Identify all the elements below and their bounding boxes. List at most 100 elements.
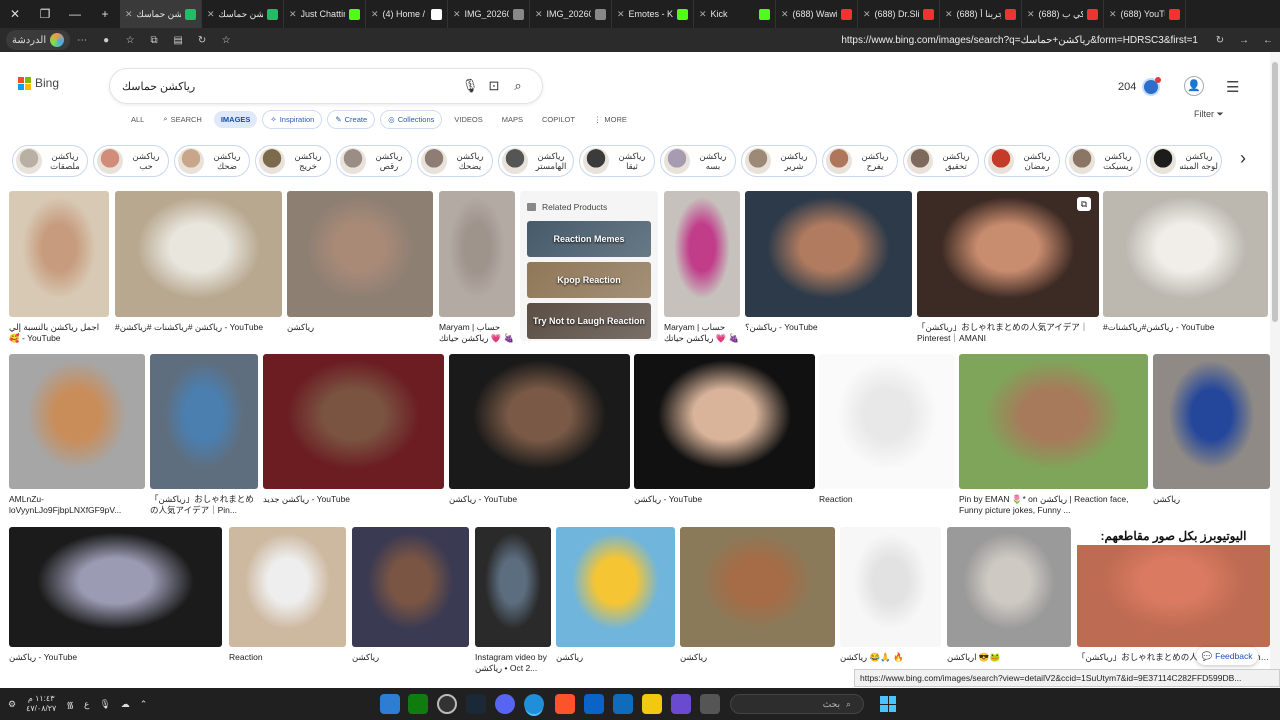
mail-app-icon[interactable] xyxy=(584,694,604,714)
image-thumbnail[interactable] xyxy=(352,527,469,647)
microphone-icon[interactable]: 🎙 xyxy=(99,699,110,710)
steam-app-icon[interactable] xyxy=(466,694,486,714)
image-caption[interactable]: Instagram video by رياكشن • Oct 2... xyxy=(475,652,551,674)
close-tab-icon[interactable]: ✕ xyxy=(371,9,379,20)
related-search-chip[interactable]: رياكشن شرير xyxy=(741,145,817,177)
file-explorer-icon[interactable] xyxy=(642,694,662,714)
related-product-card[interactable]: Try Not to Laugh Reaction xyxy=(527,303,651,339)
hamburger-menu-icon[interactable]: ☰ xyxy=(1226,78,1239,96)
image-thumbnail[interactable] xyxy=(9,527,222,647)
image-caption[interactable]: رياكشن - YouTube xyxy=(634,494,815,505)
image-result[interactable]: Instagram video by رياكشن • Oct 2... xyxy=(475,527,551,681)
tab-maps[interactable]: MAPS xyxy=(495,111,530,128)
minimize-button[interactable]: — xyxy=(60,0,90,28)
image-thumbnail[interactable] xyxy=(115,191,282,317)
image-caption[interactable]: رياكشن xyxy=(352,652,469,663)
related-search-chip[interactable]: رياكشن يفرح xyxy=(822,145,898,177)
image-thumbnail[interactable] xyxy=(150,354,258,489)
image-result[interactable]: #رياكشن #رياكشنات #رياكشن - YouTube xyxy=(115,191,282,351)
image-result[interactable]: Maryam | حساب رياكشن حياتك 💗 🍇 xyxy=(439,191,515,351)
collections-icon[interactable]: ⧉ xyxy=(142,28,166,52)
chevron-up-icon[interactable]: ⌃ xyxy=(140,699,148,710)
image-caption[interactable]: اجمل رياكشن بالنسبة إلي 🥰 - YouTube xyxy=(9,322,109,344)
image-result[interactable]: #رياكشن#رياكشنات - YouTube xyxy=(1103,191,1268,351)
tab-inspiration[interactable]: ✧ Inspiration xyxy=(262,109,323,129)
discord-app-icon[interactable] xyxy=(495,694,515,714)
image-caption[interactable]: Reaction xyxy=(819,494,955,505)
image-thumbnail[interactable] xyxy=(287,191,433,317)
image-result[interactable]: Pin by EMAN 🌷* on رياكشن | Reaction face… xyxy=(959,354,1148,523)
browser-tab[interactable]: ✕(688) YouTube xyxy=(1104,0,1186,28)
related-search-chip[interactable]: رياكشن ضحك xyxy=(174,145,250,177)
related-search-chip[interactable]: رياكشن تحقيق xyxy=(903,145,979,177)
image-caption[interactable]: رياكشن xyxy=(287,322,433,333)
image-caption[interactable]: AMLnZu-loVyynLJo9FjbpLNXfGF9pV... xyxy=(9,494,145,516)
search-box[interactable]: رياكشن حماسك 🎙 ⊡ ⌕ xyxy=(110,69,542,103)
image-result[interactable]: رياكشن xyxy=(352,527,469,681)
related-search-chip[interactable]: رياكشن خريج xyxy=(255,145,331,177)
reload-page-icon[interactable]: ↻ xyxy=(1208,28,1232,52)
new-tab-button[interactable]: + xyxy=(90,0,120,28)
forward-icon[interactable]: → xyxy=(1232,28,1256,52)
related-search-chip[interactable]: رياكشن بسه xyxy=(660,145,736,177)
browser-tab[interactable]: ✕(688) Dr.Slim xyxy=(858,0,940,28)
image-thumbnail[interactable] xyxy=(556,527,675,647)
browser-tab[interactable]: ✕(4) Home / X xyxy=(366,0,448,28)
close-tab-icon[interactable]: ✕ xyxy=(863,9,871,20)
browser-tab[interactable]: ✕Just Chatting xyxy=(284,0,366,28)
favorites-star-icon[interactable]: ☆ xyxy=(118,28,142,52)
search-input[interactable]: رياكشن حماسك xyxy=(122,80,458,93)
store-app-icon[interactable] xyxy=(613,694,633,714)
image-result[interactable]: اجمل رياكشن بالنسبة إلي 🥰 - YouTube xyxy=(9,191,109,351)
image-caption[interactable]: Reaction xyxy=(229,652,346,663)
image-thumbnail[interactable] xyxy=(840,527,941,647)
wifi-icon[interactable]: ᯾ xyxy=(66,698,74,711)
close-tab-icon[interactable]: ✕ xyxy=(453,9,461,20)
browser-tab[interactable]: ✕(688) Wawi - xyxy=(776,0,858,28)
image-thumbnail[interactable] xyxy=(9,354,145,489)
image-result[interactable]: رياكشن xyxy=(1153,354,1270,523)
paint-app-icon[interactable] xyxy=(380,694,400,714)
user-account-icon[interactable]: 👤 xyxy=(1184,76,1204,96)
related-search-chip[interactable]: رياكشن حب xyxy=(93,145,169,177)
image-caption[interactable]: رياكشن - YouTube xyxy=(449,494,630,505)
page-scrollbar[interactable] xyxy=(1270,52,1280,688)
obs-app-icon[interactable] xyxy=(437,694,457,714)
image-result[interactable]: رياكشن xyxy=(680,527,835,681)
browser-tab[interactable]: ✕IMG_202602... xyxy=(448,0,530,28)
browser-tab[interactable]: ✕(688) تشكي ب xyxy=(1022,0,1104,28)
image-result[interactable]: رياكشن 😂🙏 🔥 xyxy=(840,527,941,681)
search-icon[interactable]: ⌕ xyxy=(506,78,530,94)
feedback-button[interactable]: 💬 Feedback xyxy=(1196,647,1258,665)
close-tab-icon[interactable]: ✕ xyxy=(207,9,215,20)
browser-tab[interactable]: ✕IMG_202602... xyxy=(530,0,612,28)
browser-tab[interactable]: ✕Emotes - Kick xyxy=(612,0,694,28)
image-caption[interactable]: #رياكشن #رياكشنات #رياكشن - YouTube xyxy=(115,322,282,333)
image-thumbnail[interactable] xyxy=(917,191,1099,317)
back-icon[interactable]: ← xyxy=(1256,28,1280,52)
image-result[interactable]: Reaction xyxy=(819,354,955,523)
image-result[interactable]: Maryam | حساب رياكشن حياتك 💗 🍇 xyxy=(664,191,740,351)
tab-copilot[interactable]: COPILOT xyxy=(535,111,582,128)
browser-tab[interactable]: ✕ Kick xyxy=(694,0,776,28)
close-tab-icon[interactable]: ✕ xyxy=(1027,9,1035,20)
close-tab-icon[interactable]: ✕ xyxy=(781,9,789,20)
url-field[interactable]: https://www.bing.com/images/search?q=ريا… xyxy=(238,35,1208,46)
image-result[interactable]: ارياكشن 😎🐸 xyxy=(947,527,1071,681)
browser-tab[interactable]: ✕رياكشن حماسك xyxy=(202,0,284,28)
related-search-chip[interactable]: رياكشن ثيقا xyxy=(579,145,655,177)
tab-images[interactable]: IMAGES xyxy=(213,110,258,128)
close-tab-icon[interactable]: ✕ xyxy=(289,9,297,20)
image-caption[interactable]: رياكشن xyxy=(1153,494,1270,505)
image-caption[interactable]: ارياكشن 😎🐸 xyxy=(947,652,1071,663)
windows-start-icon[interactable] xyxy=(880,696,896,712)
image-result[interactable]: رياكشن جديد - YouTube xyxy=(263,354,444,523)
visual-search-icon[interactable]: ⊡ xyxy=(482,78,506,94)
close-tab-icon[interactable]: ✕ xyxy=(617,9,625,20)
browser-tab[interactable]: ✕رياكشن حماسك xyxy=(120,0,202,28)
image-result[interactable]: 「رياكشن」おしゃれまとめの人気アイデア｜Pin... xyxy=(150,354,258,523)
input-language[interactable]: ع xyxy=(84,699,89,710)
taskbar-search[interactable]: بحث ⌕ xyxy=(730,694,864,714)
image-thumbnail[interactable] xyxy=(229,527,346,647)
profile-avatar-icon[interactable]: ● xyxy=(94,28,118,52)
